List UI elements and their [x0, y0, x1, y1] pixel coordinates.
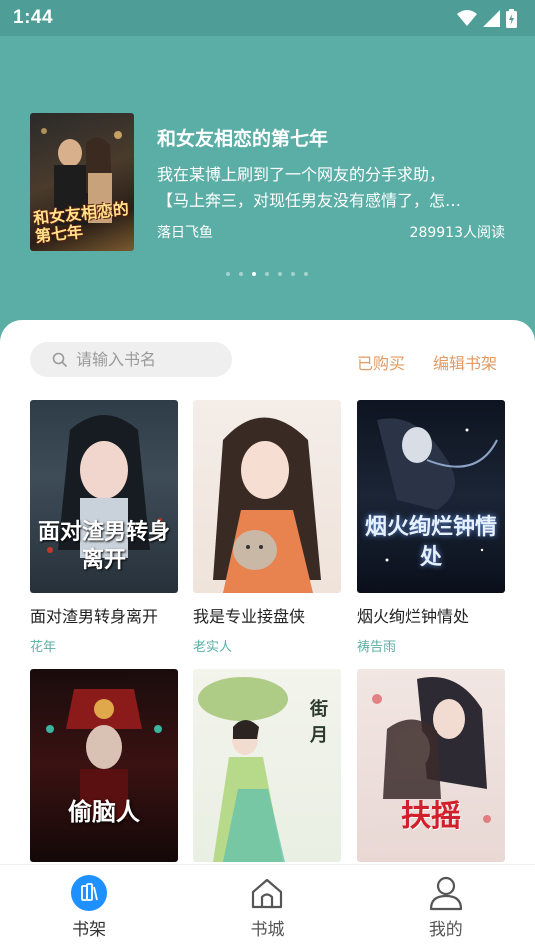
book-card[interactable]: 偷脑人 [30, 669, 178, 862]
book-title: 烟火绚烂钟情处 [357, 607, 470, 626]
book-cover[interactable]: 街月 [193, 669, 341, 862]
carousel-dot[interactable] [265, 272, 269, 276]
edit-shelf-button[interactable]: 编辑书架 [433, 350, 497, 374]
book-cover[interactable]: 面对渣男转身离开 [30, 400, 178, 593]
carousel-dot[interactable] [304, 272, 308, 276]
book-title: 面对渣男转身离开 [30, 607, 159, 626]
search-icon [52, 352, 68, 367]
carousel-dot[interactable] [278, 272, 282, 276]
home-icon [252, 878, 283, 909]
nav-mine-label: 我的 [428, 920, 463, 940]
nav-shelf[interactable]: 书架 [29, 865, 149, 951]
bookshelf-icon [71, 875, 108, 911]
book-card[interactable]: 扶摇 [357, 669, 505, 862]
banner-title[interactable]: 和女友相恋的第七年 [157, 124, 328, 151]
search-box[interactable] [30, 342, 232, 377]
banner-description: 我在某博上刷到了一个网友的分手求助， 【马上奔三，对现任男友没有感情了，怎… [157, 162, 512, 214]
cover-illustration [213, 417, 321, 593]
book-cover[interactable] [193, 400, 341, 593]
bookshelf-panel: 已购买 编辑书架 面对渣男转身离开 面对渣男转身离开 花年 [0, 320, 535, 951]
carousel-dot-active[interactable] [252, 272, 256, 276]
book-cover[interactable]: 烟火绚烂钟情处 [357, 400, 505, 593]
featured-banner[interactable]: 和女友相恋的第七年 和女友相恋的第七年 我在某博上刷到了一个网友的分手求助， 【… [0, 36, 535, 336]
status-bar: 1:44 [0, 0, 535, 36]
nav-store[interactable]: 书城 [207, 865, 327, 951]
book-cover-title: 街月 [310, 699, 328, 746]
book-cover-title: 烟火绚烂钟情处 [364, 514, 497, 570]
book-card[interactable]: 烟火绚烂钟情处 烟火绚烂钟情处 祷告雨 [357, 400, 505, 655]
purchased-button[interactable]: 已购买 [357, 350, 405, 374]
wifi-icon [457, 10, 477, 26]
nav-store-label: 书城 [250, 920, 285, 940]
book-card[interactable]: 我是专业接盘侠 老实人 [193, 400, 341, 655]
book-cover-title: 扶摇 [401, 799, 461, 834]
book-card[interactable]: 街月 [193, 669, 341, 862]
carousel-dot[interactable] [239, 272, 243, 276]
book-card[interactable]: 面对渣男转身离开 面对渣男转身离开 花年 [30, 400, 178, 655]
carousel-dots[interactable] [226, 272, 308, 276]
book-cover-title: 面对渣男转身离开 [37, 519, 170, 573]
bottom-nav: 书架 书城 我的 [0, 864, 535, 951]
banner-author: 落日飞鱼 [157, 225, 213, 241]
book-cover-title: 偷脑人 [68, 797, 140, 826]
nav-shelf-label: 书架 [72, 920, 107, 940]
book-cover[interactable]: 扶摇 [357, 669, 505, 862]
carousel-dot[interactable] [226, 272, 230, 276]
book-author: 祷告雨 [357, 640, 397, 655]
banner-read-count: 289913人阅读 [409, 225, 505, 241]
nav-mine[interactable]: 我的 [386, 865, 506, 951]
battery-icon [506, 8, 517, 28]
cover-illustration [46, 689, 162, 819]
signal-icon [483, 9, 500, 27]
banner-desc-line: 我在某博上刷到了一个网友的分手求助， [157, 165, 446, 184]
carousel-dot[interactable] [291, 272, 295, 276]
book-cover[interactable]: 偷脑人 [30, 669, 178, 862]
book-author: 老实人 [193, 640, 233, 655]
book-author: 花年 [30, 640, 57, 655]
status-time: 1:44 [13, 7, 54, 28]
search-input[interactable] [76, 350, 216, 369]
user-icon [429, 876, 462, 911]
status-icons [457, 8, 517, 28]
book-title: 我是专业接盘侠 [193, 607, 306, 626]
banner-desc-line: 【马上奔三，对现任男友没有感情了，怎… [157, 191, 462, 210]
banner-book-cover[interactable]: 和女友相恋的第七年 [30, 113, 134, 251]
